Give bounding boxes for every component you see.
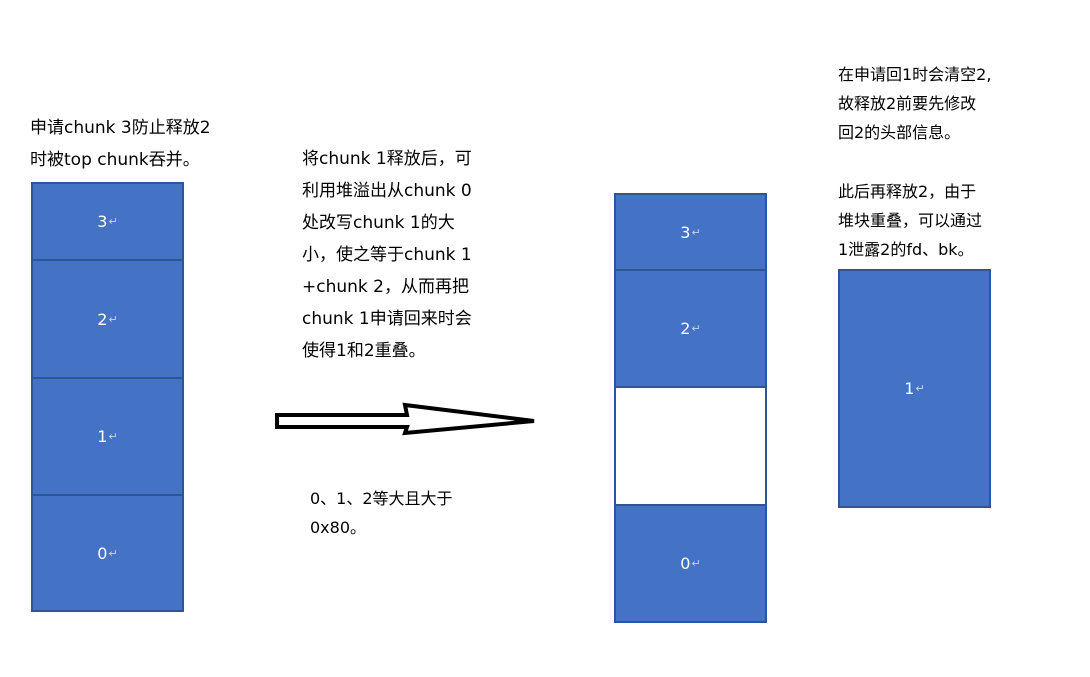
chunk-label: 0 <box>97 543 108 563</box>
right-note-leak: 此后再释放2，由于 堆块重叠，可以通过 1泄露2的fd、bk。 <box>838 182 983 259</box>
chunk-label: 3 <box>97 212 108 231</box>
left-chunk-1: 1 ↵ <box>31 377 184 496</box>
right-heap-stack: 3 ↵ 2 ↵ 0 ↵ <box>614 193 767 623</box>
merged-chunk-1: 1 ↵ <box>838 269 991 508</box>
left-chunk-0: 0 ↵ <box>31 494 184 612</box>
paragraph-mark-icon: ↵ <box>108 215 118 228</box>
left-chunk-2: 2 ↵ <box>31 259 184 379</box>
paragraph-mark-icon: ↵ <box>691 225 701 239</box>
middle-note: 将chunk 1释放后，可 利用堆溢出从chunk 0 处改写chunk 1的大… <box>302 149 472 361</box>
paragraph-mark-icon: ↵ <box>691 322 701 335</box>
left-heap-stack: 3 ↵ 2 ↵ 1 ↵ 0 ↵ <box>31 182 184 612</box>
right-note-clear: 在申请回1时会清空2, 故释放2前要先修改 回2的头部信息。 <box>838 65 992 142</box>
right-chunk-freed <box>614 386 767 506</box>
right-chunk-2: 2 ↵ <box>614 269 767 388</box>
chunk-label: 2 <box>97 309 108 329</box>
paragraph-mark-icon: ↵ <box>691 557 701 570</box>
right-arrow-icon <box>275 402 535 436</box>
size-note: 0、1、2等大且大于 0x80。 <box>310 489 453 537</box>
chunk-label: 0 <box>680 554 691 573</box>
left-note: 申请chunk 3防止释放2 时被top chunk吞并。 <box>30 118 211 170</box>
left-chunk-3: 3 ↵ <box>31 182 184 261</box>
chunk-label: 1 <box>904 379 915 398</box>
paragraph-mark-icon: ↵ <box>108 312 118 326</box>
paragraph-mark-icon: ↵ <box>108 430 118 443</box>
right-chunk-0: 0 ↵ <box>614 504 767 623</box>
right-chunk-3: 3 ↵ <box>614 193 767 271</box>
chunk-label: 2 <box>680 319 691 338</box>
paragraph-mark-icon: ↵ <box>108 546 118 560</box>
chunk-label: 3 <box>680 222 691 242</box>
paragraph-mark-icon: ↵ <box>915 382 925 395</box>
chunk-label: 1 <box>97 427 108 446</box>
